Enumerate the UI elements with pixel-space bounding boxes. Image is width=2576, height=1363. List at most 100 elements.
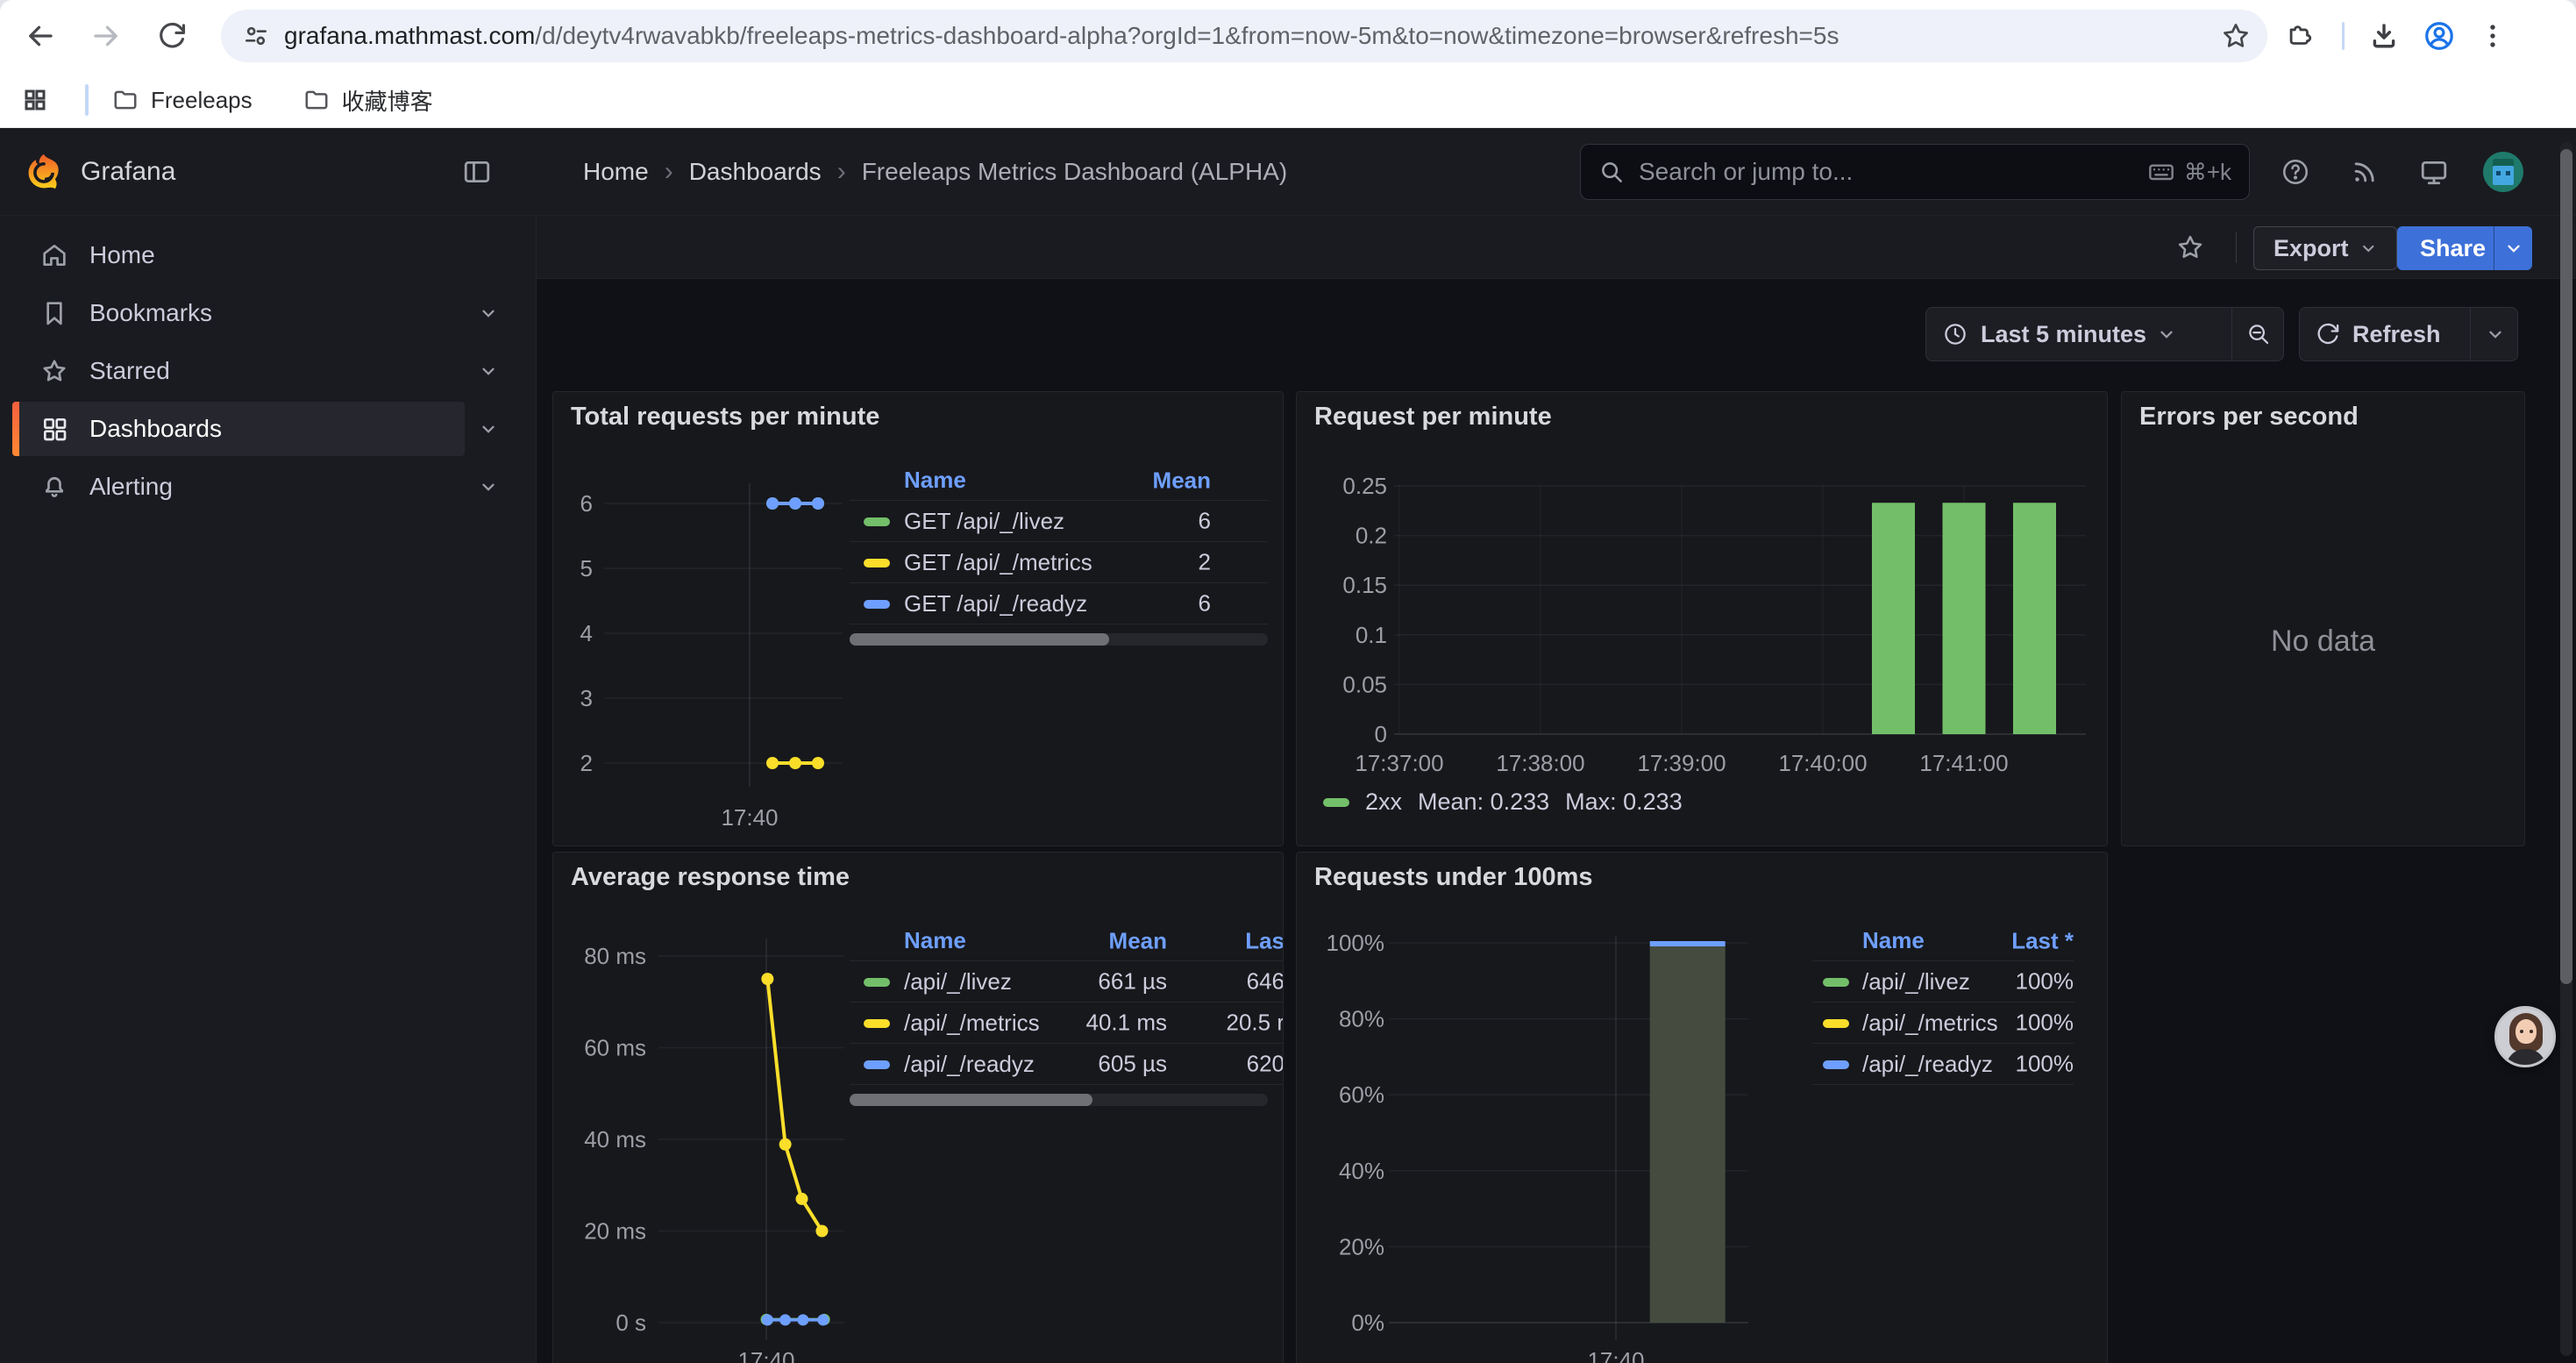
bookmark-star-button[interactable] [2220,20,2252,52]
legend-value: 2 [1000,549,1211,576]
page-scrollbar[interactable] [2560,142,2572,1356]
sidebar-toggle-icon [462,157,492,187]
rss-icon [2350,157,2380,187]
reload-button[interactable] [151,15,193,57]
legend-scrollbar[interactable] [850,1094,1268,1106]
site-settings-icon[interactable] [242,22,270,50]
panel-request-per-minute[interactable]: Request per minute 0.250.20.150.10.05017… [1296,391,2108,846]
sidebar-item-home[interactable]: Home [0,226,536,284]
legend-color-chip[interactable] [864,1019,890,1028]
search-input[interactable] [1637,157,2147,187]
breadcrumb-current[interactable]: Freeleaps Metrics Dashboard (ALPHA) [862,158,1288,186]
sidebar-item-bookmarks[interactable]: Bookmarks [0,284,536,342]
legend-header-name[interactable]: Name [904,467,966,494]
profile-button[interactable] [2418,15,2460,57]
url-domain: grafana.mathmast.com [284,22,535,49]
bookmark-folder-blogs[interactable]: 收藏博客 [289,79,447,121]
breadcrumb-home[interactable]: Home [583,158,649,186]
legend-color-chip[interactable] [864,1060,890,1069]
export-button[interactable]: Export [2253,226,2397,270]
bookmarks-bar: Freeleaps 收藏博客 [0,72,2576,128]
legend-header-las[interactable]: Las [1074,927,1284,954]
actions-divider [2236,232,2237,263]
panel-avg-response-time[interactable]: Average response time 80 ms60 ms40 ms20 … [552,852,1284,1363]
legend-color-chip[interactable] [864,559,890,567]
downloads-button[interactable] [2363,15,2405,57]
browser-toolbar: grafana.mathmast.com/d/deytv4rwavabkb/fr… [0,0,2576,72]
breadcrumb-dashboards[interactable]: Dashboards [689,158,822,186]
help-icon [2281,157,2310,187]
legend-color-chip[interactable] [1823,1019,1849,1028]
sidebar-item-label: Starred [89,357,170,385]
news-button[interactable] [2344,151,2386,193]
sidebar-item-starred[interactable]: Starred [0,342,536,400]
refresh-label: Refresh [2352,321,2441,348]
svg-text:17:40: 17:40 [737,1347,794,1363]
folder-icon [112,87,139,113]
share-menu-button[interactable] [2494,226,2532,270]
chevron-down-icon[interactable] [479,361,498,385]
legend-header-last[interactable]: Last * [1863,927,2074,954]
user-avatar[interactable] [2483,152,2523,192]
legend-color-chip[interactable] [864,517,890,526]
avatar-body [2506,1049,2546,1067]
dashboard-content: Export Share Last 5 minutes [537,216,2576,1363]
bookmark-folder-freeleaps[interactable]: Freeleaps [98,79,267,121]
kiosk-mode-button[interactable] [2413,151,2455,193]
legend-color-chip[interactable] [1823,978,1849,987]
svg-text:40 ms: 40 ms [584,1126,646,1152]
panel-title: Errors per second [2139,403,2359,432]
legend-color-chip[interactable] [1323,798,1349,807]
zoom-out-time-button[interactable] [2232,308,2285,360]
legend-header: NameLast * [1812,921,2074,961]
scrollbar-thumb[interactable] [2560,149,2572,984]
floating-assistant-avatar[interactable] [2494,1006,2556,1067]
sidebar-item-dashboards[interactable]: Dashboards [0,400,536,458]
legend-stat: Mean: 0.233 [1418,789,1549,816]
chevron-down-icon[interactable] [479,419,498,443]
legend-scrollbar-thumb[interactable] [850,633,1109,646]
legend-color-chip[interactable] [864,600,890,609]
help-button[interactable] [2274,151,2316,193]
request-per-minute-chart: 0.250.20.150.10.05017:37:0017:38:0017:39… [1297,392,2108,846]
star-icon [2220,20,2252,52]
grafana-logo[interactable] [25,153,63,191]
dashboard-actions-bar: Export Share [537,216,2576,279]
forward-button[interactable] [85,15,127,57]
apps-button[interactable] [14,79,56,121]
share-button[interactable]: Share [2397,226,2508,270]
refresh-interval-button[interactable] [2471,308,2519,360]
svg-text:100%: 100% [1327,930,1385,956]
svg-text:3: 3 [580,685,593,711]
favorite-dashboard-button[interactable] [2169,226,2211,268]
search-box[interactable]: ⌘+k [1580,144,2250,200]
legend-color-chip[interactable] [1823,1060,1849,1069]
panel-total-requests[interactable]: Total requests per minute 6543217:40 Nam… [552,391,1284,846]
legend-row: GET /api/_/livez6 [850,501,1268,542]
legend-color-chip[interactable] [864,978,890,987]
extensions-button[interactable] [2279,15,2321,57]
svg-text:0 s: 0 s [616,1309,646,1336]
browser-menu-button[interactable] [2472,15,2514,57]
url-path: /d/deytv4rwavabkb/freeleaps-metrics-dash… [535,22,1839,49]
legend-scrollbar-thumb[interactable] [850,1094,1092,1106]
breadcrumb: Home › Dashboards › Freeleaps Metrics Da… [583,128,1287,216]
panel-requests-under-100ms[interactable]: Requests under 100ms 100%80%60%40%20%0%1… [1296,852,2108,1363]
legend-series-name[interactable]: 2xx [1365,789,1402,816]
bookmark-label: Freeleaps [151,87,253,114]
mega-menu-toggle[interactable] [456,151,498,193]
legend-scrollbar[interactable] [850,633,1268,646]
back-button[interactable] [19,15,61,57]
panel-errors-per-second[interactable]: Errors per second No data [2121,391,2525,846]
chevron-down-icon[interactable] [479,477,498,501]
url-bar[interactable]: grafana.mathmast.com/d/deytv4rwavabkb/fr… [221,10,2267,62]
grafana-app: Grafana Home › Dashboards › Freeleaps Me… [0,128,2576,1363]
legend-value: 620 [1074,1051,1284,1078]
time-range-button[interactable]: Last 5 minutes [1926,308,2283,360]
sidebar-item-alerting[interactable]: Alerting [0,458,536,516]
avatar-eye [2520,1030,2523,1033]
chevron-down-icon[interactable] [479,303,498,327]
legend-header-mean[interactable]: Mean [1000,467,1211,494]
legend-table: NameMeanLas/api/_/livez661 µs646/api/_/m… [850,921,1284,1106]
svg-text:17:39:00: 17:39:00 [1637,750,1726,776]
